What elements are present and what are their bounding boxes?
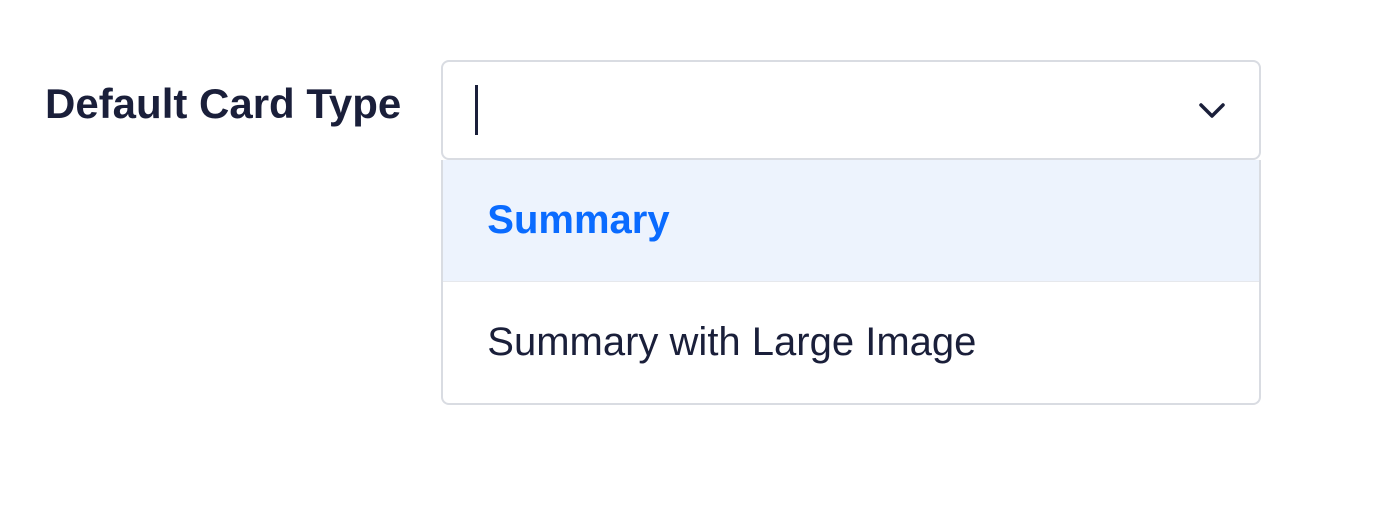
card-type-label: Default Card Type (45, 60, 401, 128)
dropdown-option-summary[interactable]: Summary (443, 160, 1259, 282)
chevron-down-icon (1197, 100, 1227, 120)
dropdown-option-summary-large-image[interactable]: Summary with Large Image (443, 282, 1259, 403)
dropdown-list: Summary Summary with Large Image (441, 160, 1261, 405)
dropdown-input-box[interactable] (441, 60, 1261, 160)
card-type-dropdown[interactable]: Summary Summary with Large Image (441, 60, 1261, 405)
card-type-input[interactable] (478, 62, 1177, 158)
form-row: Default Card Type Summary Summary with L… (45, 60, 1355, 405)
